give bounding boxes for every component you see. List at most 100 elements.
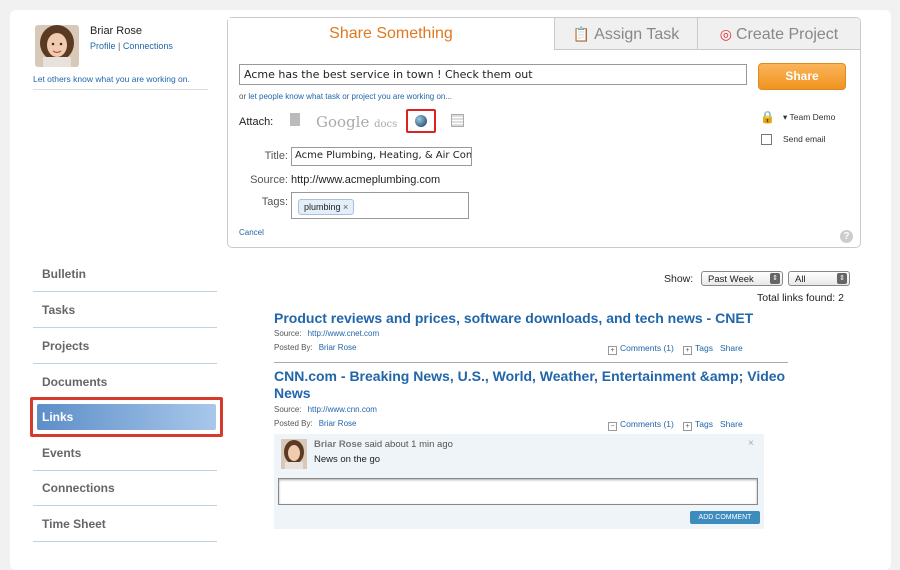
link-posted-label: Posted By: <box>274 343 313 352</box>
sidebar-item-projects[interactable]: Projects <box>33 329 217 364</box>
or-prefix: or <box>239 92 247 101</box>
period-select-value: Past Week <box>708 274 754 285</box>
comment-time: said about 1 min ago <box>364 439 453 450</box>
sidebar-item-links-highlight: Links <box>30 397 223 437</box>
or-let-people-know: or let people know what task or project … <box>239 92 452 101</box>
link-title[interactable]: CNN.com - Breaking News, U.S., World, We… <box>274 368 794 402</box>
privacy-value: Team Demo <box>789 112 836 122</box>
link-title[interactable]: Product reviews and prices, software dow… <box>274 310 794 327</box>
task-project-link[interactable]: let people know what task or project you… <box>248 92 452 101</box>
title-input[interactable]: Acme Plumbing, Heating, & Air Condi <box>291 147 472 166</box>
profile-link[interactable]: Profile <box>90 41 116 51</box>
link-globe-icon[interactable] <box>406 109 436 133</box>
tags-label: Tags <box>695 419 713 429</box>
tag-chip-label: plumbing <box>304 202 341 212</box>
link-posted-by: Posted By: Briar Rose <box>274 419 356 428</box>
expand-icon: + <box>683 346 692 355</box>
tag-remove-icon[interactable]: × <box>343 202 348 212</box>
comment-header: Briar Rose said about 1 min ago <box>314 439 453 450</box>
tab-create-label: Create Project <box>735 26 839 43</box>
avatar[interactable] <box>35 25 79 67</box>
cancel-link[interactable]: Cancel <box>239 228 264 237</box>
target-icon: ◎ <box>719 26 732 42</box>
tag-chip[interactable]: plumbing × <box>298 199 355 215</box>
profile-links-separator: | <box>118 41 121 51</box>
attach-label: Attach: <box>239 116 274 128</box>
link-posted-label: Posted By: <box>274 419 313 428</box>
source-value: http://www.acmeplumbing.com <box>291 174 441 186</box>
share-panel: Share Something 📋 Assign Task ◎ Create Pro… <box>227 17 861 248</box>
comments-label: Comments (1) <box>620 343 674 353</box>
share-message-input[interactable]: Acme has the best service in town ! Chec… <box>239 64 747 85</box>
comments-toggle[interactable]: − Comments (1) <box>608 419 674 431</box>
sidebar-item-connections[interactable]: Connections <box>33 471 217 506</box>
period-select[interactable]: Past Week ⇕ <box>701 271 783 286</box>
connections-link[interactable]: Connections <box>123 41 173 51</box>
expand-icon: + <box>608 346 617 355</box>
privacy-dropdown[interactable]: ▾ Team Demo <box>783 112 835 123</box>
help-icon[interactable]: ? <box>840 230 853 243</box>
link-source-label: Source: <box>274 405 302 414</box>
comments-toggle[interactable]: + Comments (1) <box>608 343 674 355</box>
profile-divider <box>33 89 208 90</box>
calendar-icon[interactable] <box>451 114 464 127</box>
google-docs-icon[interactable]: Google docs <box>316 113 397 131</box>
share-link[interactable]: Share <box>720 343 743 353</box>
status-prompt-link[interactable]: Let others know what you are working on. <box>33 74 190 84</box>
sidebar-item-bulletin[interactable]: Bulletin <box>33 257 217 292</box>
filter-select[interactable]: All ⇕ <box>788 271 850 286</box>
select-arrows-icon: ⇕ <box>837 273 847 284</box>
comment-text: News on the go <box>314 454 381 465</box>
link-source-label: Source: <box>274 329 302 338</box>
share-tabs: Share Something 📋 Assign Task ◎ Create Pro… <box>228 18 860 50</box>
sidebar-item-events[interactable]: Events <box>33 436 217 471</box>
tags-toggle[interactable]: + Tags <box>683 419 713 431</box>
tab-assign-task[interactable]: 📋 Assign Task <box>554 18 697 50</box>
show-label: Show: <box>664 273 694 285</box>
comment-input[interactable] <box>278 478 758 505</box>
tags-label: Tags <box>695 343 713 353</box>
source-label: Source: <box>250 174 288 186</box>
total-links-count: Total links found: 2 <box>757 292 844 304</box>
tags-toggle[interactable]: + Tags <box>683 343 713 355</box>
link-source: Source: http://www.cnn.com <box>274 405 377 414</box>
share-link[interactable]: Share <box>720 419 743 429</box>
send-email-label: Send email <box>783 134 826 144</box>
clipboard-icon: 📋 <box>572 26 591 42</box>
add-comment-button[interactable]: ADD COMMENT <box>690 511 760 524</box>
filter-select-value: All <box>795 274 806 285</box>
tab-assign-label: Assign Task <box>594 26 680 43</box>
expand-icon: + <box>683 422 692 431</box>
link-source-url[interactable]: http://www.cnet.com <box>308 329 380 338</box>
google-docs-suffix: docs <box>374 119 398 130</box>
document-icon[interactable] <box>290 113 300 126</box>
tab-share-something[interactable]: Share Something <box>228 18 554 50</box>
sidebar-item-time-sheet[interactable]: Time Sheet <box>33 507 217 542</box>
close-icon[interactable]: × <box>748 438 754 449</box>
collapse-icon: − <box>608 422 617 431</box>
profile-name: Briar Rose <box>90 25 142 37</box>
tags-label: Tags: <box>261 196 288 208</box>
link-posted-by: Posted By: Briar Rose <box>274 343 356 352</box>
send-email-checkbox[interactable] <box>761 134 772 145</box>
tags-input[interactable]: plumbing × <box>291 192 469 219</box>
link-divider <box>274 362 788 363</box>
google-docs-name: Google <box>316 113 370 131</box>
comment-author[interactable]: Briar Rose <box>314 439 362 450</box>
comments-label: Comments (1) <box>620 419 674 429</box>
sidebar-item-links[interactable]: Links <box>37 404 216 430</box>
profile-links: Profile | Connections <box>90 41 173 51</box>
lock-icon[interactable]: 🔒 <box>760 110 775 124</box>
comment-avatar[interactable] <box>281 439 307 469</box>
link-source: Source: http://www.cnet.com <box>274 329 379 338</box>
sidebar-item-documents[interactable]: Documents <box>33 365 217 400</box>
link-source-url[interactable]: http://www.cnn.com <box>308 405 377 414</box>
link-author[interactable]: Briar Rose <box>319 419 357 428</box>
comment-box: Briar Rose said about 1 min ago News on … <box>274 434 764 529</box>
title-label: Title: <box>264 150 288 162</box>
link-author[interactable]: Briar Rose <box>319 343 357 352</box>
sidebar-item-tasks[interactable]: Tasks <box>33 293 217 328</box>
share-button[interactable]: Share <box>758 63 846 90</box>
select-arrows-icon: ⇕ <box>770 273 780 284</box>
tab-create-project[interactable]: ◎ Create Project <box>697 18 860 50</box>
